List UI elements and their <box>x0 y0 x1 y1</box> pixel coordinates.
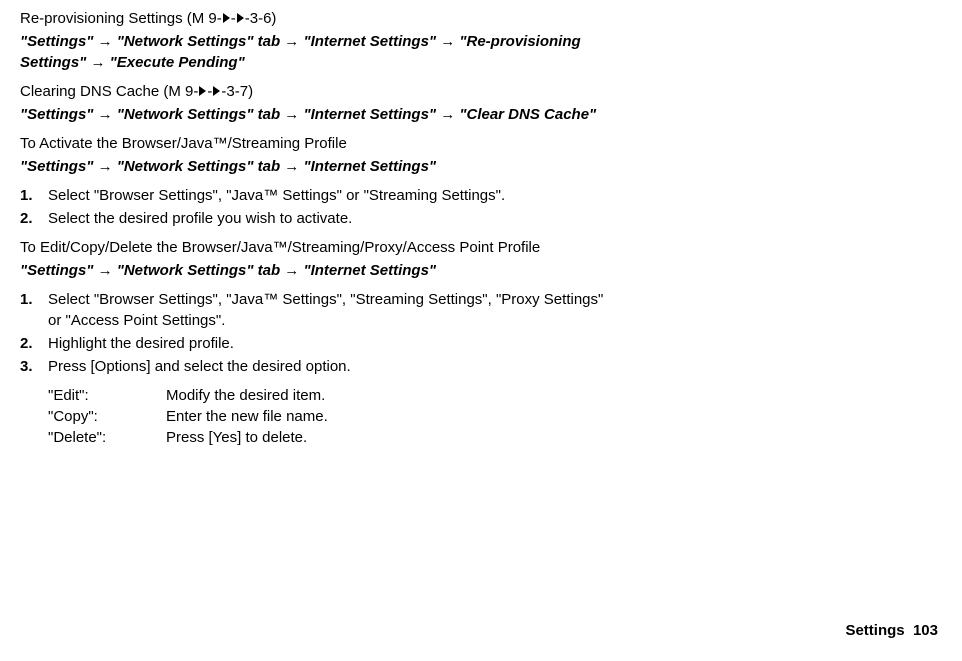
option-desc: Enter the new file name. <box>166 406 610 427</box>
title-text: Re-provisioning Settings (M 9- <box>20 10 222 27</box>
step-text: Select "Browser Settings", "Java™ Settin… <box>48 187 505 204</box>
step-text: Press [Options] and select the desired o… <box>48 358 351 375</box>
step-number: 2. <box>20 333 33 354</box>
step-item: 1. Select "Browser Settings", "Java™ Set… <box>20 185 610 206</box>
step-item: 1. Select "Browser Settings", "Java™ Set… <box>20 289 610 331</box>
option-row-copy: "Copy": Enter the new file name. <box>48 406 610 427</box>
step-number: 1. <box>20 289 33 310</box>
option-desc: Press [Yes] to delete. <box>166 427 610 448</box>
step-item: 2. Highlight the desired profile. <box>20 333 610 354</box>
section-title-dns: Clearing DNS Cache (M 9---3-7) <box>20 81 610 102</box>
step-text: Select the desired profile you wish to a… <box>48 210 352 227</box>
footer-label: Settings <box>845 622 904 639</box>
right-arrow-icon <box>199 86 206 96</box>
options-list: "Edit": Modify the desired item. "Copy":… <box>20 385 610 448</box>
step-text: Select "Browser Settings", "Java™ Settin… <box>48 291 603 329</box>
footer-page-number: 103 <box>913 622 938 639</box>
subtitle-activate-profile: To Activate the Browser/Java™/Streaming … <box>20 133 610 154</box>
title-text: -3-7) <box>221 83 253 100</box>
nav-path-activate: "Settings" → "Network Settings" tab → "I… <box>20 156 610 177</box>
right-arrow-icon <box>237 13 244 23</box>
step-item: 2. Select the desired profile you wish t… <box>20 208 610 229</box>
option-label: "Delete": <box>48 427 166 448</box>
option-label: "Copy": <box>48 406 166 427</box>
document-content: Re-provisioning Settings (M 9---3-6) "Se… <box>20 8 610 448</box>
section-title-reprovisioning: Re-provisioning Settings (M 9---3-6) <box>20 8 610 29</box>
option-desc: Modify the desired item. <box>166 385 610 406</box>
title-text: -3-6) <box>245 10 277 27</box>
subtitle-edit-profile: To Edit/Copy/Delete the Browser/Java™/St… <box>20 237 610 258</box>
step-number: 1. <box>20 185 33 206</box>
option-row-edit: "Edit": Modify the desired item. <box>48 385 610 406</box>
step-item: 3. Press [Options] and select the desire… <box>20 356 610 377</box>
nav-path-reprovisioning: "Settings" → "Network Settings" tab → "I… <box>20 31 610 73</box>
step-text: Highlight the desired profile. <box>48 335 234 352</box>
step-number: 2. <box>20 208 33 229</box>
right-arrow-icon <box>213 86 220 96</box>
title-text: Clearing DNS Cache (M 9- <box>20 83 198 100</box>
nav-path-edit: "Settings" → "Network Settings" tab → "I… <box>20 260 610 281</box>
steps-activate: 1. Select "Browser Settings", "Java™ Set… <box>20 185 610 229</box>
option-label: "Edit": <box>48 385 166 406</box>
step-number: 3. <box>20 356 33 377</box>
nav-path-dns: "Settings" → "Network Settings" tab → "I… <box>20 104 610 125</box>
steps-edit: 1. Select "Browser Settings", "Java™ Set… <box>20 289 610 377</box>
right-arrow-icon <box>223 13 230 23</box>
option-row-delete: "Delete": Press [Yes] to delete. <box>48 427 610 448</box>
page-footer: Settings 103 <box>845 620 938 641</box>
